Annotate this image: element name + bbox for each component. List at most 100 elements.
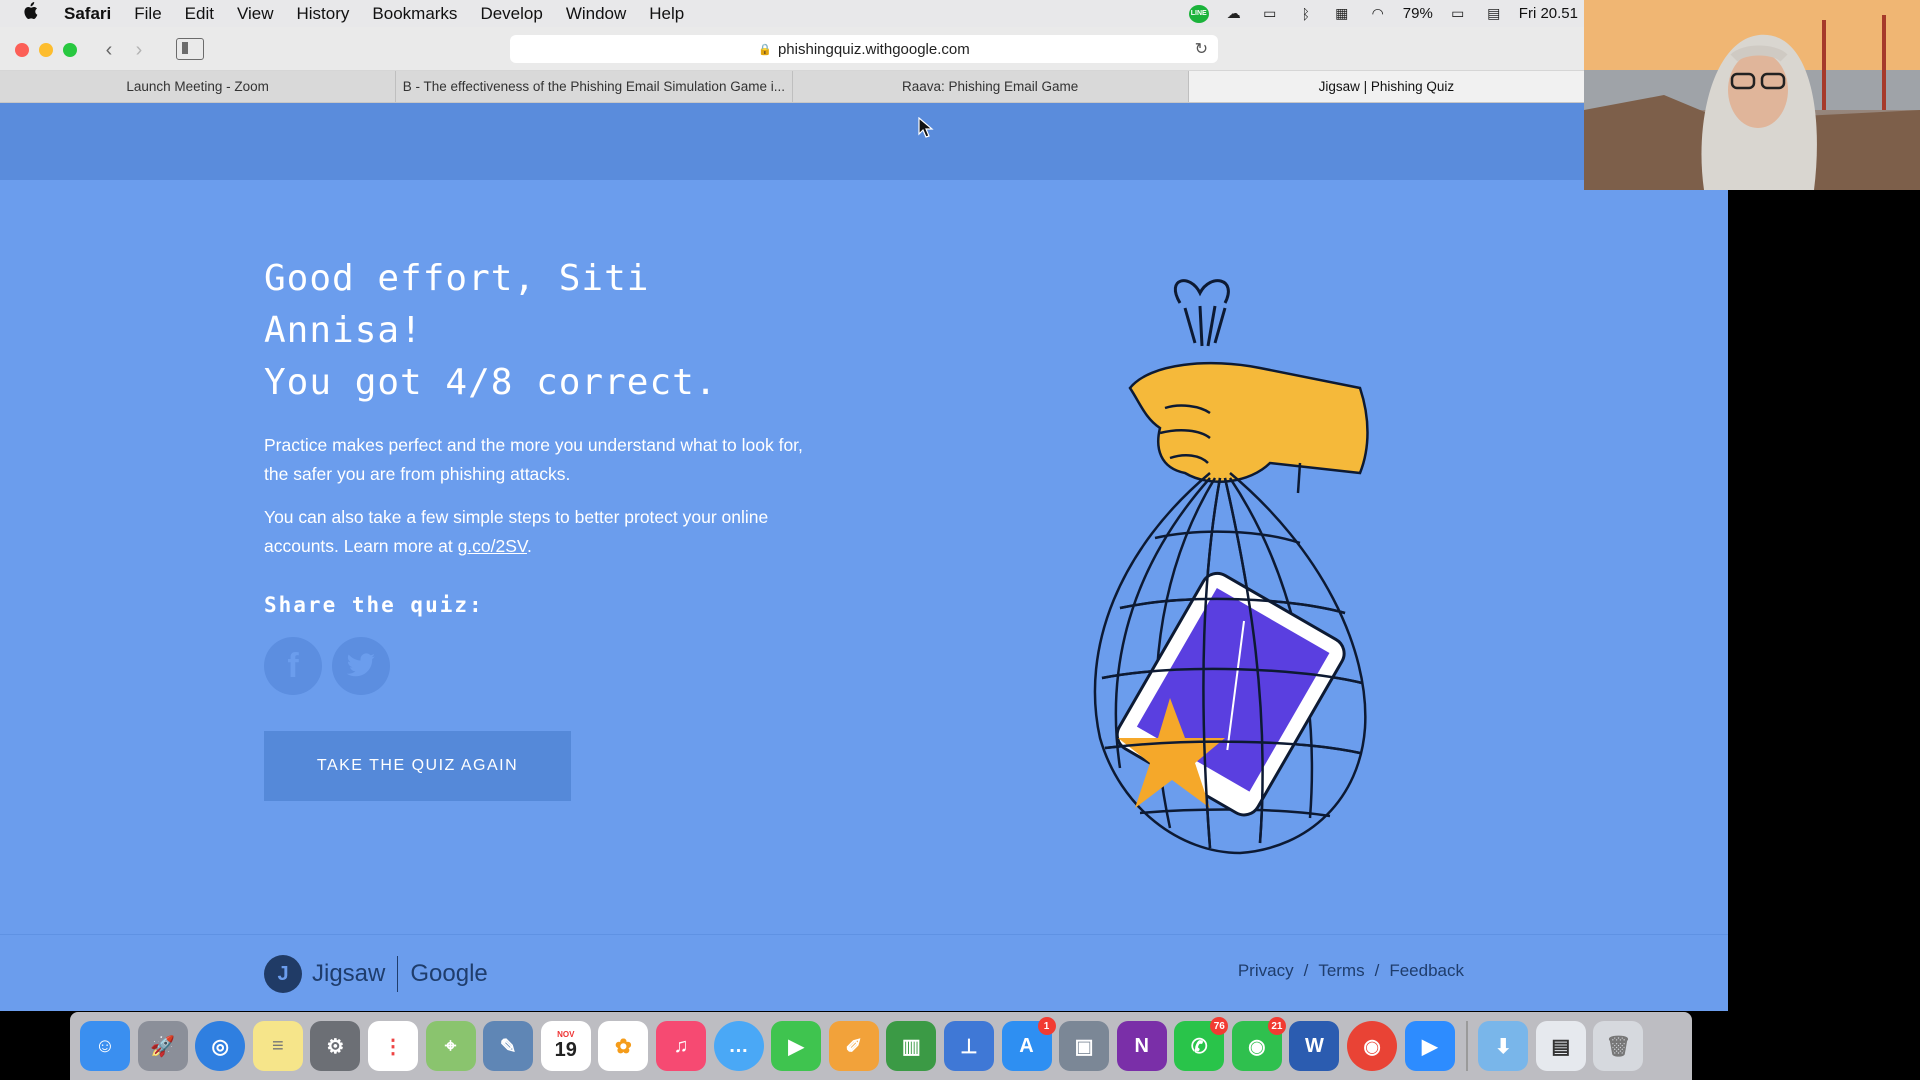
finder-icon[interactable]: ☺	[80, 1021, 130, 1071]
lock-icon: 🔒	[758, 43, 772, 56]
downloads-folder-icon[interactable]: ⬇	[1478, 1021, 1529, 1071]
reminders-icon[interactable]: ⋮	[367, 1021, 418, 1071]
system-preferences-icon[interactable]: ⚙	[310, 1021, 361, 1071]
onenote-icon[interactable]: N	[1116, 1021, 1167, 1071]
zoom-icon[interactable]: ▶	[1404, 1021, 1455, 1071]
battery-percent: 79%	[1402, 5, 1433, 22]
battery-icon[interactable]: ▭	[1447, 5, 1469, 22]
calendar-day: 19	[554, 1039, 577, 1061]
page-footer: J Jigsaw Google Privacy / Terms / Feedba…	[0, 934, 1728, 1011]
word-icon[interactable]: W	[1289, 1021, 1340, 1071]
tab-effectiveness-paper[interactable]: B - The effectiveness of the Phishing Em…	[396, 71, 793, 102]
dock-separator	[1466, 1021, 1469, 1071]
headline-line-3: You got 4/8 correct.	[264, 362, 718, 403]
whatsapp-badge: 76	[1210, 1017, 1229, 1035]
reload-icon[interactable]: ↻	[1195, 39, 1208, 59]
maps-icon[interactable]: ⌖	[425, 1021, 476, 1071]
recent-items-icon[interactable]: ▤	[1535, 1021, 1586, 1071]
line-app-icon[interactable]: ◉ 21	[1231, 1017, 1286, 1071]
input-source-icon[interactable]: ▤	[1483, 5, 1505, 22]
tab-bar: Launch Meeting - Zoom B - The effectiven…	[0, 71, 1584, 103]
menu-bar: Safari File Edit View History Bookmarks …	[0, 0, 1584, 27]
dock: ☺ 🚀 ◎ ≡ ⚙ ⋮ ⌖ ✎ NOV 19 ✿ ♫ … ▶ ✐ ▥ ⊥ A1 …	[70, 1012, 1692, 1080]
sidebar-toggle-icon[interactable]	[176, 38, 204, 60]
address-bar[interactable]: 🔒 phishingquiz.withgoogle.com ↻	[510, 35, 1218, 63]
menu-help[interactable]: Help	[649, 4, 684, 24]
whatsapp-icon[interactable]: ✆ 76	[1174, 1017, 1229, 1071]
preview-icon[interactable]: ✎	[483, 1021, 534, 1071]
privacy-link[interactable]: Privacy	[1238, 961, 1294, 981]
image-capture-icon[interactable]: ▣	[1059, 1021, 1110, 1071]
tab-raava[interactable]: Raava: Phishing Email Game	[793, 71, 1189, 102]
minimize-window-button[interactable]	[39, 43, 53, 57]
url-text: phishingquiz.withgoogle.com	[777, 40, 970, 58]
footer-separator: /	[1303, 961, 1309, 980]
creative-cloud-icon[interactable]: ☁	[1223, 5, 1245, 22]
presenter-video-icon	[1584, 0, 1920, 190]
footer-links: Privacy / Terms / Feedback	[1238, 961, 1464, 981]
jigsaw-wordmark[interactable]: Jigsaw	[312, 960, 385, 988]
jigsaw-logo-icon[interactable]: J	[264, 955, 302, 993]
notes-icon[interactable]: ≡	[252, 1021, 303, 1071]
practice-paragraph: Practice makes perfect and the more you …	[264, 435, 803, 484]
keynote-icon[interactable]: ⊥	[943, 1021, 994, 1071]
menu-history[interactable]: History	[297, 4, 350, 24]
menu-develop[interactable]: Develop	[480, 4, 542, 24]
share-label: Share the quiz:	[264, 593, 484, 617]
menu-bookmarks[interactable]: Bookmarks	[372, 4, 457, 24]
airplay-display-icon[interactable]: ▭	[1259, 5, 1281, 22]
trash-icon[interactable]: 🗑	[1593, 1021, 1644, 1071]
browser-toolbar: ‹ › 🔒 phishingquiz.withgoogle.com ↻	[0, 27, 1584, 71]
calendar-month: NOV	[557, 1030, 575, 1039]
learn-more-period: .	[527, 536, 532, 556]
terms-link[interactable]: Terms	[1318, 961, 1364, 981]
facebook-share-icon[interactable]: f	[264, 637, 322, 695]
webcam-video-overlay	[1584, 0, 1920, 190]
tab-zoom[interactable]: Launch Meeting - Zoom	[0, 71, 397, 102]
messages-icon[interactable]: …	[713, 1021, 764, 1071]
menu-safari[interactable]: Safari	[64, 4, 111, 24]
wifi-icon[interactable]: ◠	[1367, 5, 1389, 22]
back-icon[interactable]: ‹	[95, 38, 123, 62]
learn-more-link[interactable]: g.co/2SV	[458, 536, 527, 556]
twitter-share-icon[interactable]	[332, 637, 390, 695]
pages-icon[interactable]: ✐	[828, 1021, 879, 1071]
take-quiz-again-button[interactable]: TAKE THE QUIZ AGAIN	[264, 731, 571, 801]
app-store-badge: 1	[1037, 1017, 1056, 1035]
footer-separator: /	[1374, 961, 1380, 980]
mouse-cursor-icon	[918, 117, 934, 138]
photos-icon[interactable]: ✿	[598, 1021, 649, 1071]
itunes-icon[interactable]: ♫	[655, 1021, 706, 1071]
feedback-link[interactable]: Feedback	[1389, 961, 1464, 981]
net-knot-icon	[1173, 279, 1230, 347]
logo-divider	[397, 956, 399, 992]
keyboard-icon[interactable]: ▦	[1331, 5, 1353, 22]
menu-view[interactable]: View	[237, 4, 274, 24]
clock[interactable]: Fri 20.51	[1519, 5, 1578, 22]
bluetooth-icon[interactable]: ᛒ	[1295, 6, 1317, 22]
result-content: Good effort, Siti Annisa! You got 4/8 co…	[264, 253, 824, 801]
apple-menu-icon[interactable]	[22, 2, 46, 25]
numbers-icon[interactable]: ▥	[886, 1021, 937, 1071]
calendar-icon[interactable]: NOV 19	[540, 1021, 591, 1071]
page-header-band	[0, 103, 1728, 180]
zoom-window-button[interactable]	[63, 43, 77, 57]
menu-file[interactable]: File	[134, 4, 161, 24]
result-headline: Good effort, Siti Annisa! You got 4/8 co…	[264, 253, 824, 409]
facetime-icon[interactable]: ▶	[771, 1021, 822, 1071]
menu-edit[interactable]: Edit	[185, 4, 214, 24]
headline-line-2: Annisa!	[264, 310, 423, 351]
page-body: Good effort, Siti Annisa! You got 4/8 co…	[0, 103, 1728, 1011]
app-store-icon[interactable]: A1	[1001, 1017, 1056, 1071]
tab-jigsaw-phishing-quiz[interactable]: Jigsaw | Phishing Quiz	[1188, 71, 1584, 102]
phishing-net-illustration	[1093, 279, 1369, 855]
hand-icon	[1128, 361, 1369, 494]
google-wordmark[interactable]: Google	[410, 960, 487, 988]
forward-icon[interactable]: ›	[125, 38, 153, 62]
safari-icon[interactable]: ◎	[195, 1021, 246, 1071]
chrome-icon[interactable]: ◉	[1347, 1021, 1398, 1071]
close-window-button[interactable]	[15, 43, 29, 57]
line-status-icon[interactable]: LINE	[1188, 4, 1209, 23]
menu-window[interactable]: Window	[566, 4, 626, 24]
launchpad-icon[interactable]: 🚀	[137, 1021, 188, 1071]
